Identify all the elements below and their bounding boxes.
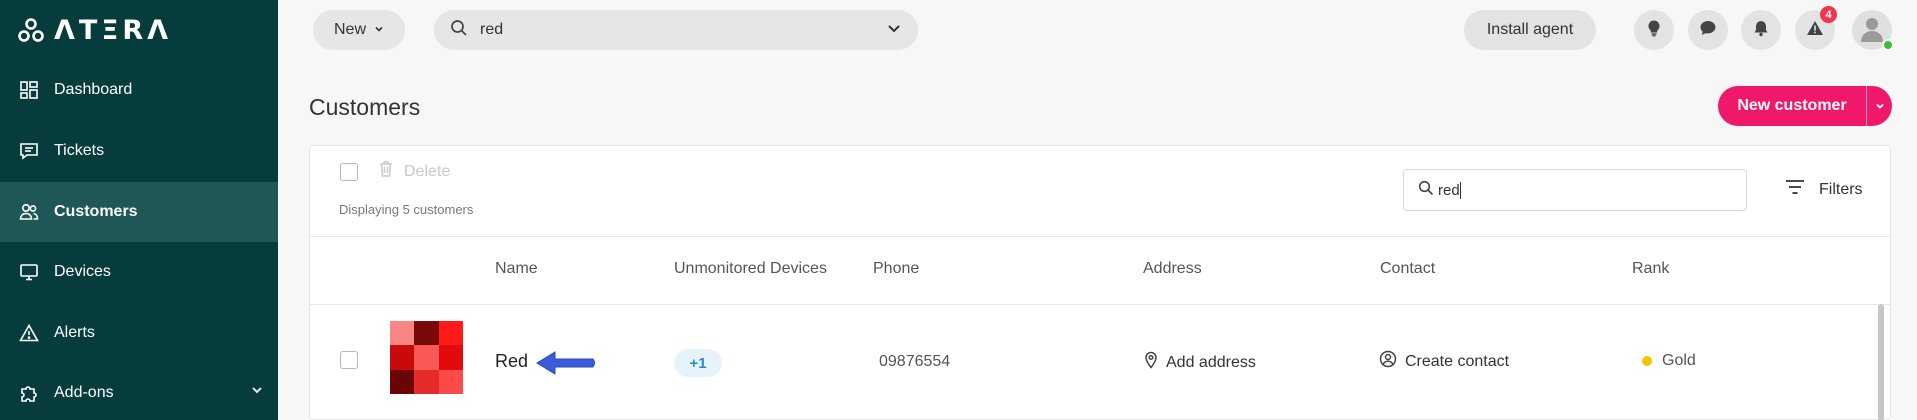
unmonitored-devices-badge[interactable]: +1 [674, 349, 722, 377]
notifications-button[interactable] [1741, 10, 1781, 50]
top-bar: New red Install agent 4 [278, 0, 1917, 60]
sidebar-item-customers[interactable]: Customers [0, 182, 278, 242]
sidebar-item-tickets[interactable]: Tickets [0, 121, 278, 181]
warning-icon [18, 322, 40, 344]
puzzle-icon [18, 382, 40, 404]
chat-button[interactable] [1688, 10, 1728, 50]
avatar-tile [414, 345, 439, 370]
customer-search-input[interactable]: red [1403, 169, 1747, 211]
column-header-rank[interactable]: Rank [1632, 260, 1669, 278]
avatar-tile [390, 345, 415, 370]
customers-panel: Delete Displaying 5 customers red Filter… [309, 145, 1891, 420]
chevron-down-icon[interactable] [250, 383, 264, 402]
ticket-icon [18, 140, 40, 162]
arrow-pointer-icon [535, 349, 597, 382]
rank-cell: Gold [1642, 352, 1696, 370]
add-address-label: Add address [1166, 353, 1256, 371]
install-agent-button[interactable]: Install agent [1464, 10, 1596, 50]
sidebar-item-label: Dashboard [54, 81, 133, 98]
dashboard-icon [18, 79, 40, 101]
logo-mark-icon [18, 18, 44, 42]
new-customer-button[interactable]: New customer [1718, 86, 1892, 126]
customer-avatar [390, 321, 463, 394]
avatar-tile [438, 345, 463, 370]
lightbulb-icon [1645, 19, 1663, 42]
create-contact-label: Create contact [1405, 352, 1510, 370]
lightbulb-button[interactable] [1634, 10, 1674, 50]
sidebar-item-alerts[interactable]: Alerts [0, 303, 278, 363]
trash-icon [378, 160, 394, 183]
header-divider [310, 236, 1890, 237]
bell-icon [1752, 19, 1770, 42]
sidebar-item-addons[interactable]: Add-ons [0, 363, 278, 420]
global-search-input[interactable]: red [434, 10, 918, 50]
customer-search-value: red [1438, 181, 1460, 199]
select-all-checkbox[interactable] [340, 163, 358, 181]
rank-label: Gold [1662, 352, 1696, 369]
user-circle-icon [1379, 350, 1397, 373]
avatar-tile [438, 369, 463, 394]
user-avatar[interactable] [1852, 10, 1894, 51]
column-header-divider [310, 304, 1890, 305]
logo-text: ΛTΞRΛ [54, 14, 173, 46]
monitor-icon [18, 261, 40, 283]
create-contact-link[interactable]: Create contact [1379, 350, 1509, 373]
global-search-value: red [480, 21, 504, 38]
row-checkbox[interactable] [340, 351, 358, 369]
sidebar-item-devices[interactable]: Devices [0, 242, 278, 302]
warning-icon [1806, 19, 1824, 42]
delete-label: Delete [404, 162, 451, 180]
location-pin-icon [1144, 351, 1158, 374]
filters-label: Filters [1819, 180, 1863, 198]
column-header-unmonitored-devices[interactable]: Unmonitored Devices [674, 260, 827, 278]
atera-logo[interactable]: ΛTΞRΛ [18, 14, 173, 46]
avatar-tile [390, 369, 415, 394]
add-address-link[interactable]: Add address [1144, 351, 1256, 374]
alerts-count-badge: 4 [1820, 6, 1837, 23]
text-cursor [1459, 181, 1461, 199]
new-dropdown-button[interactable]: New [313, 10, 405, 50]
online-status-indicator [1882, 39, 1894, 51]
sidebar-item-label: Customers [54, 203, 138, 220]
sidebar-item-label: Add-ons [54, 384, 114, 401]
chat-bubble-icon [1699, 19, 1717, 42]
result-count-text: Displaying 5 customers [339, 202, 474, 217]
column-header-address[interactable]: Address [1143, 260, 1202, 278]
chevron-down-icon [374, 21, 384, 39]
new-customer-label: New customer [1737, 97, 1847, 114]
alerts-button[interactable]: 4 [1795, 6, 1837, 50]
column-header-phone[interactable]: Phone [873, 260, 919, 278]
column-header-contact[interactable]: Contact [1380, 260, 1435, 278]
filters-button[interactable]: Filters [1785, 179, 1863, 200]
rank-gold-dot [1642, 356, 1652, 366]
customers-icon [18, 201, 40, 223]
phone-value: 09876554 [879, 353, 951, 370]
avatar-tile [438, 321, 463, 346]
search-icon [450, 19, 468, 42]
search-icon [1418, 180, 1434, 200]
sidebar-item-label: Devices [54, 263, 111, 280]
avatar-tile [414, 369, 439, 394]
sidebar: ΛTΞRΛ Dashboard Tickets Customers Device… [0, 0, 278, 420]
chevron-down-icon[interactable] [1867, 100, 1892, 112]
avatar-tile [390, 321, 415, 346]
customer-name-link[interactable]: Red [495, 351, 528, 372]
sidebar-item-label: Tickets [54, 142, 105, 159]
page-title: Customers [309, 94, 421, 120]
sidebar-item-dashboard[interactable]: Dashboard [0, 60, 278, 120]
chevron-down-icon[interactable] [886, 20, 902, 41]
new-button-label: New [333, 21, 366, 38]
table-scrollbar[interactable] [1878, 304, 1884, 420]
column-header-name[interactable]: Name [495, 260, 538, 278]
delete-button[interactable]: Delete [378, 160, 450, 183]
sidebar-item-label: Alerts [54, 324, 95, 341]
filter-icon [1785, 179, 1805, 200]
avatar-tile [414, 321, 439, 346]
